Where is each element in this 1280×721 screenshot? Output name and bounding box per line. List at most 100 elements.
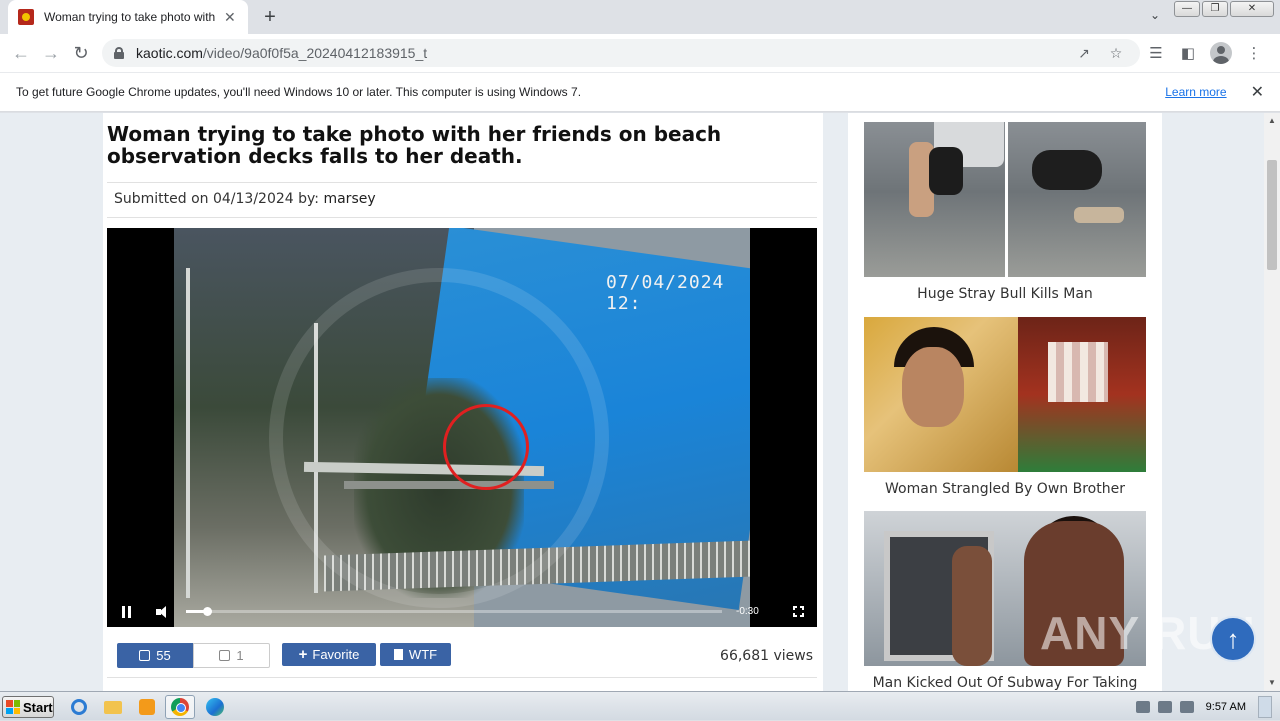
divider bbox=[107, 217, 817, 218]
author-link[interactable]: marsey bbox=[323, 191, 375, 207]
related-video-thumbnail[interactable] bbox=[864, 122, 1146, 277]
progress-knob[interactable] bbox=[203, 607, 213, 616]
network-tray-icon[interactable] bbox=[1157, 700, 1172, 713]
taskbar-ie[interactable] bbox=[64, 695, 94, 719]
page-scrollbar[interactable]: ▲ ▼ bbox=[1264, 113, 1280, 691]
thumb-detail bbox=[1048, 342, 1108, 402]
windows-taskbar: Start 9:57 AM bbox=[0, 691, 1280, 720]
view-count: 66,681 views bbox=[720, 648, 813, 664]
plus-icon: + bbox=[298, 646, 308, 663]
scroll-to-top-button[interactable]: ↑ bbox=[1210, 616, 1256, 662]
fullscreen-icon[interactable] bbox=[792, 606, 804, 617]
update-infobar: To get future Google Chrome updates, you… bbox=[0, 72, 1280, 112]
start-label: Start bbox=[23, 699, 53, 715]
side-panel-icon[interactable]: ◧ bbox=[1172, 44, 1204, 62]
divider bbox=[107, 677, 817, 678]
new-tab-button[interactable]: + bbox=[258, 6, 282, 28]
url-domain: kaotic.com bbox=[136, 45, 203, 61]
like-count: 55 bbox=[156, 648, 171, 663]
browser-toolbar: ← → ↻ kaotic.com/video/9a0f0f5a_20240412… bbox=[0, 34, 1280, 72]
windows-logo-icon bbox=[6, 700, 20, 714]
menu-kebab-icon[interactable]: ⋮ bbox=[1238, 44, 1270, 62]
address-bar[interactable]: kaotic.com/video/9a0f0f5a_20240412183915… bbox=[102, 39, 1140, 67]
main-content: Woman trying to take photo with her frie… bbox=[103, 113, 823, 691]
forward-button[interactable]: → bbox=[36, 38, 66, 68]
taskbar-media-player[interactable] bbox=[132, 695, 162, 719]
scroll-down-arrow-icon[interactable]: ▼ bbox=[1264, 675, 1280, 691]
url-path: /video/9a0f0f5a_20240412183915_t bbox=[202, 45, 428, 61]
vote-group: 55 1 bbox=[117, 643, 271, 668]
bookmark-star-icon[interactable]: ☆ bbox=[1104, 45, 1128, 62]
thumb-detail bbox=[902, 347, 964, 427]
highlight-circle bbox=[443, 404, 529, 490]
dislike-button[interactable]: 1 bbox=[193, 643, 270, 668]
site-favicon-icon bbox=[18, 9, 34, 25]
infobar-message: To get future Google Chrome updates, you… bbox=[16, 85, 582, 99]
scroll-up-arrow-icon[interactable]: ▲ bbox=[1264, 113, 1280, 129]
thumb-detail bbox=[952, 546, 992, 666]
profile-avatar-icon[interactable] bbox=[1210, 42, 1232, 64]
video-controls: -0:30 bbox=[107, 596, 817, 627]
divider bbox=[107, 182, 817, 183]
video-player[interactable]: 07/04/2024 12: -0:30 bbox=[107, 228, 817, 627]
progress-bar[interactable] bbox=[186, 607, 722, 616]
favorite-label: Favorite bbox=[312, 647, 360, 662]
related-video-card[interactable]: Huge Stray Bull Kills Man bbox=[864, 122, 1146, 302]
video-scene-pole bbox=[186, 268, 190, 598]
reload-button[interactable]: ↻ bbox=[66, 38, 96, 68]
volume-tray-icon[interactable] bbox=[1135, 700, 1150, 713]
tab-close-icon[interactable]: ✕ bbox=[224, 9, 236, 26]
volume-icon[interactable] bbox=[156, 605, 170, 618]
learn-more-link[interactable]: Learn more bbox=[1165, 85, 1226, 99]
thumbs-down-icon bbox=[219, 650, 231, 661]
close-window-button[interactable]: ✕ bbox=[1230, 1, 1274, 17]
favorite-button[interactable]: + Favorite bbox=[282, 643, 376, 666]
taskbar-chrome[interactable] bbox=[165, 695, 195, 719]
wtf-button[interactable]: WTF bbox=[380, 643, 451, 666]
browser-tab[interactable]: Woman trying to take photo with her ✕ bbox=[8, 0, 248, 34]
related-video-title[interactable]: Huge Stray Bull Kills Man bbox=[864, 286, 1146, 302]
url-text[interactable]: kaotic.com/video/9a0f0f5a_20240412183915… bbox=[136, 45, 1064, 61]
start-button[interactable]: Start bbox=[2, 696, 54, 718]
tab-search-chevron-icon[interactable]: ⌄ bbox=[1150, 8, 1160, 22]
related-video-title[interactable]: Man Kicked Out Of Subway For Taking bbox=[864, 675, 1146, 691]
dislike-count: 1 bbox=[236, 648, 244, 663]
infobar-close-icon[interactable]: ✕ bbox=[1251, 82, 1264, 102]
edge-icon bbox=[206, 698, 224, 716]
scrollbar-thumb[interactable] bbox=[1267, 160, 1277, 270]
cctv-timestamp: 07/04/2024 12: bbox=[606, 272, 725, 314]
media-player-icon bbox=[139, 699, 155, 715]
lock-icon[interactable] bbox=[114, 47, 124, 59]
back-button[interactable]: ← bbox=[6, 38, 36, 68]
like-button[interactable]: 55 bbox=[117, 643, 193, 668]
maximize-button[interactable]: ❐ bbox=[1202, 1, 1228, 17]
share-icon[interactable]: ↗ bbox=[1072, 45, 1096, 62]
taskbar-explorer[interactable] bbox=[98, 695, 128, 719]
related-video-thumbnail[interactable] bbox=[864, 317, 1146, 472]
taskbar-edge[interactable] bbox=[200, 695, 230, 719]
window-controls: — ❐ ✕ bbox=[1174, 1, 1274, 17]
related-video-card[interactable]: Man Kicked Out Of Subway For Taking bbox=[864, 511, 1146, 691]
wtf-label: WTF bbox=[408, 647, 438, 662]
related-videos-sidebar: Huge Stray Bull Kills Man Woman Strangle… bbox=[848, 113, 1162, 691]
thumb-detail bbox=[1018, 317, 1146, 472]
taskbar-clock[interactable]: 9:57 AM bbox=[1206, 701, 1246, 713]
show-desktop-button[interactable] bbox=[1258, 695, 1272, 718]
page-viewport: Woman trying to take photo with her frie… bbox=[0, 113, 1264, 691]
flag-tray-icon[interactable] bbox=[1179, 700, 1194, 713]
pause-icon[interactable] bbox=[122, 605, 136, 618]
tab-strip: Woman trying to take photo with her ✕ + … bbox=[0, 0, 1280, 34]
related-video-title[interactable]: Woman Strangled By Own Brother bbox=[864, 481, 1146, 497]
system-tray: 9:57 AM bbox=[1135, 692, 1280, 721]
video-title: Woman trying to take photo with her frie… bbox=[107, 122, 722, 168]
folder-icon bbox=[104, 700, 122, 714]
minimize-button[interactable]: — bbox=[1174, 1, 1200, 17]
thumb-detail bbox=[929, 147, 963, 195]
reading-list-icon[interactable]: ☰ bbox=[1140, 44, 1172, 62]
video-actions: 55 1 + Favorite WTF 66,681 views bbox=[103, 638, 823, 668]
video-frame[interactable]: 07/04/2024 12: bbox=[174, 228, 750, 627]
related-video-card[interactable]: Woman Strangled By Own Brother bbox=[864, 317, 1146, 497]
submitted-label: Submitted on 04/13/2024 by: bbox=[114, 191, 320, 207]
chrome-icon bbox=[171, 698, 189, 716]
thumb-detail bbox=[1032, 150, 1102, 190]
